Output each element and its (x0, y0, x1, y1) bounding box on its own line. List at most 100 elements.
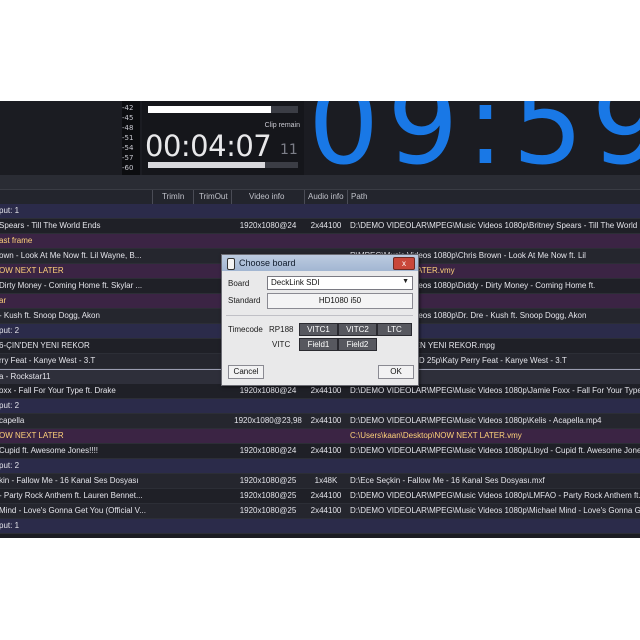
table-row[interactable]: - Party Rock Anthem ft. Lauren Bennet...… (0, 489, 640, 504)
column-separator[interactable] (304, 190, 305, 204)
row-path: D:\DEMO VIDEOLAR\MPEG\Music Videos 1080p… (350, 446, 640, 455)
vitc2-button[interactable]: VITC2 (338, 323, 377, 336)
meter-db-label: -48 (122, 124, 134, 132)
row-path: D:\DEMO VIDEOLAR\MPEG\Music Videos 1080p… (350, 416, 602, 425)
column-video-info[interactable]: Video info (249, 192, 284, 201)
row-audio-info: 2x44100 (310, 221, 342, 230)
column-trimin[interactable]: TrimIn (162, 192, 184, 201)
table-row[interactable]: Cupid ft. Awesome Jones!!!! 1920x1080@24 2… (0, 444, 640, 459)
big-clock: 09:59 (308, 101, 640, 190)
clip-remain-frames: 11 (280, 142, 298, 158)
row-audio-info: 2x44100 (310, 386, 342, 395)
choose-board-dialog: Choose board x Board DeckLink SDI ▼ Stan… (221, 254, 419, 386)
row-title: Mind - Love's Gonna Get You (Official V.… (0, 506, 146, 515)
column-separator[interactable] (231, 190, 232, 204)
row-video-info: 1920x1080@25 (239, 491, 297, 500)
dialog-title: Choose board (239, 258, 296, 268)
table-row[interactable]: oxx - Fall For Your Type ft. Drake 1920x1… (0, 384, 640, 399)
row-title: - Party Rock Anthem ft. Lauren Bennet... (0, 491, 143, 500)
row-title: a - Rockstar11 (0, 372, 51, 381)
row-path: D:\Ece Seçkin - Fallow Me - 16 Kanal Ses… (350, 476, 545, 485)
toolbar-strip (0, 175, 640, 189)
cancel-button[interactable]: Cancel (228, 365, 264, 379)
clip-remain-bar (148, 162, 298, 168)
meter-db-label: -54 (122, 144, 134, 152)
row-path: D:\DEMO VIDEOLAR\MPEG\Music Videos 1080p… (350, 221, 640, 230)
column-separator[interactable] (152, 190, 153, 204)
row-path: D:\DEMO VIDEOLAR\MPEG\Music Videos 1080p… (350, 386, 640, 395)
row-video-info: 1920x1080@24 (239, 386, 297, 395)
event-row[interactable]: ast frame (0, 234, 640, 249)
row-title: oxx - Fall For Your Type ft. Drake (0, 386, 116, 395)
row-title: OW NEXT LATER (0, 431, 64, 440)
meter-db-label: -45 (122, 114, 134, 122)
table-row[interactable]: Spears - Till The World Ends 1920x1080@24… (0, 219, 640, 234)
rp188-label: RP188 (269, 325, 294, 334)
row-title: - Kush ft. Snoop Dogg, Akon (0, 311, 100, 320)
column-audio-info[interactable]: Audio info (308, 192, 344, 201)
row-title: Spears - Till The World Ends (0, 221, 101, 230)
row-path: C:\Users\kaan\Desktop\NOW NEXT LATER.vmy (350, 431, 522, 440)
row-audio-info: 2x44100 (310, 491, 342, 500)
table-row[interactable]: kin - Fallow Me - 16 Kanal Ses Dosyası 19… (0, 474, 640, 489)
group-row[interactable]: put: 1 (0, 519, 640, 534)
row-audio-info: 2x44100 (310, 506, 342, 515)
row-title: put: 2 (0, 401, 20, 410)
ok-button[interactable]: OK (378, 365, 414, 379)
table-row[interactable]: capella 1920x1080@23,98 2x44100 D:\DEMO VID… (0, 414, 640, 429)
meter-db-label: -51 (122, 134, 134, 142)
clip-remain-time: 00:04:07 (145, 129, 272, 163)
timecode-label: Timecode (228, 325, 263, 334)
row-audio-info: 2x44100 (310, 416, 342, 425)
row-title: OW NEXT LATER (0, 266, 64, 275)
meter-db-label: -57 (122, 154, 134, 162)
column-separator[interactable] (193, 190, 194, 204)
board-select[interactable]: DeckLink SDI ▼ (267, 276, 413, 290)
ltc-button[interactable]: LTC (377, 323, 412, 336)
row-video-info: 1920x1080@25 (239, 476, 297, 485)
vitc1-button[interactable]: VITC1 (299, 323, 338, 336)
clip-progress-bar (148, 106, 298, 113)
row-video-info: 1920x1080@24 (239, 221, 297, 230)
vitc-label: VITC (272, 340, 291, 349)
row-title: 6-ÇIN'DEN YENI REKOR (0, 341, 90, 350)
standard-label: Standard (228, 296, 261, 305)
chevron-down-icon[interactable]: ▼ (402, 278, 409, 285)
row-path: D:\DEMO VIDEOLAR\MPEG\Music Videos 1080p… (350, 506, 640, 515)
board-value: DeckLink SDI (271, 278, 320, 287)
row-title: Cupid ft. Awesome Jones!!!! (0, 446, 99, 455)
row-title: put: 2 (0, 326, 20, 335)
table-row[interactable]: Mind - Love's Gonna Get You (Official V.… (0, 504, 640, 519)
playlist-header: TrimIn TrimOut Video info Audio info Pat… (0, 189, 640, 205)
field2-button[interactable]: Field2 (338, 338, 377, 351)
row-title: ar (0, 296, 7, 305)
audio-level-meter: -42 -45 -48 -51 -54 -57 -60 (122, 101, 140, 175)
row-path: D:\DEMO VIDEOLAR\MPEG\Music Videos 1080p… (350, 491, 640, 500)
row-title: own - Look At Me Now ft. Lil Wayne, B... (0, 251, 142, 260)
column-separator[interactable] (347, 190, 348, 204)
row-title: capella (0, 416, 25, 425)
row-title: put: 2 (0, 461, 20, 470)
field1-button[interactable]: Field1 (299, 338, 338, 351)
row-audio-info: 1x48K (314, 476, 338, 485)
dialog-titlebar[interactable]: Choose board x (222, 255, 418, 271)
group-row[interactable]: put: 1 (0, 204, 640, 219)
row-title: rry Feat - Kanye West - 3.T (0, 356, 96, 365)
column-path[interactable]: Path (351, 192, 367, 201)
close-button[interactable]: x (393, 257, 415, 270)
row-title: kin - Fallow Me - 16 Kanal Ses Dosyası (0, 476, 139, 485)
event-row[interactable]: OW NEXT LATER C:\Users\kaan\Desktop\NOW N… (0, 429, 640, 444)
app-icon (227, 258, 235, 270)
standard-button[interactable]: HD1080 i50 (267, 293, 413, 309)
group-row[interactable]: put: 2 (0, 399, 640, 414)
row-title: put: 1 (0, 206, 20, 215)
board-label: Board (228, 279, 250, 288)
row-video-info: 1920x1080@23,98 (234, 416, 302, 425)
row-title: Dirty Money - Coming Home ft. Skylar ... (0, 281, 143, 290)
group-row[interactable]: put: 2 (0, 459, 640, 474)
meter-db-label: -42 (122, 104, 134, 112)
row-video-info: 1920x1080@24 (239, 446, 297, 455)
clip-timer-panel: Clip remain 00:04:07 11 (142, 101, 304, 175)
column-trimout[interactable]: TrimOut (199, 192, 228, 201)
row-title: put: 1 (0, 521, 20, 530)
